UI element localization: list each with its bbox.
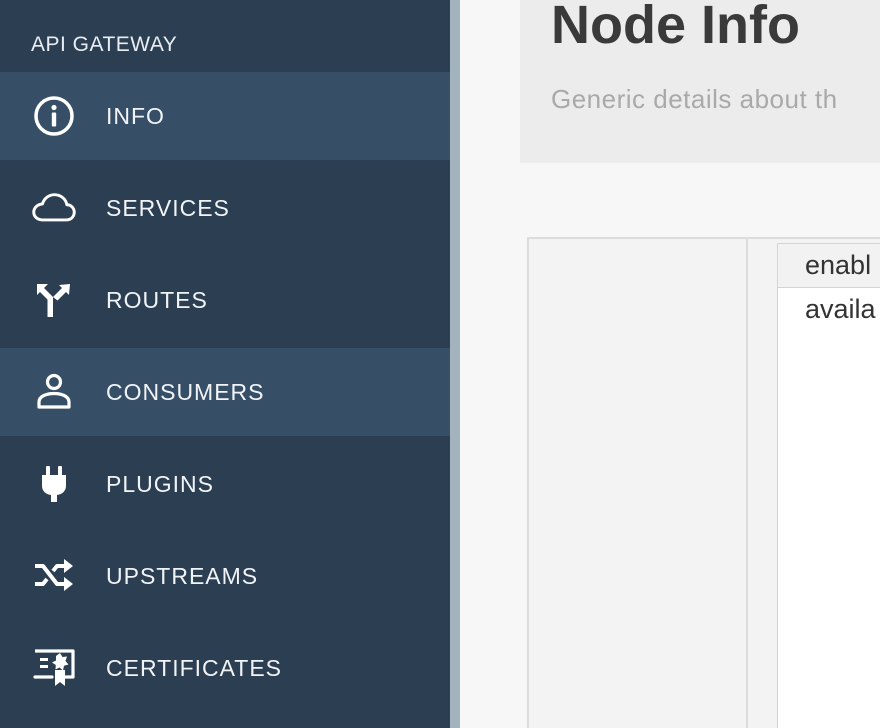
user-icon [31,369,77,415]
table-row: availa [778,288,880,333]
table-header: enabl [778,244,880,288]
sidebar-item-consumers[interactable]: CONSUMERS [0,348,450,436]
certificate-icon [31,645,77,691]
sidebar-item-label: INFO [106,102,165,129]
page-subtitle: Generic details about th [551,84,838,114]
sidebar-border [450,0,460,728]
sidebar-item-routes[interactable]: ROUTES [0,256,450,344]
shuffle-icon [31,553,77,599]
sidebar-item-info[interactable]: INFO [0,72,450,160]
cloud-icon [31,185,77,231]
sidebar-item-label: PLUGINS [106,470,214,497]
route-fork-icon [31,277,77,323]
table-cell: availa [805,294,876,324]
sidebar-item-label: CERTIFICATES [106,654,282,681]
sidebar-nav: INFO SERVICES ROUTES CONSUMERS PLUGINS U… [0,72,450,716]
sidebar-item-plugins[interactable]: PLUGINS [0,440,450,528]
page-title: Node Info [551,0,800,55]
sidebar-item-services[interactable]: SERVICES [0,164,450,252]
sidebar-item-label: ROUTES [106,286,208,313]
brand-title: API GATEWAY [31,33,178,56]
table-header-cell: enabl [805,250,872,280]
info-table: enabl availa [777,243,880,728]
sidebar-item-certificates[interactable]: CERTIFICATES [0,624,450,712]
sidebar: API GATEWAY INFO SERVICES ROUTES CONSUME… [0,0,450,728]
sidebar-item-label: CONSUMERS [106,378,265,405]
panel-divider [746,237,748,728]
sidebar-item-label: SERVICES [106,194,230,221]
info-icon [31,93,77,139]
sidebar-item-label: UPSTREAMS [106,562,259,589]
plug-icon [31,461,77,507]
page-header: Node Info Generic details about th [520,0,880,163]
sidebar-item-upstreams[interactable]: UPSTREAMS [0,532,450,620]
